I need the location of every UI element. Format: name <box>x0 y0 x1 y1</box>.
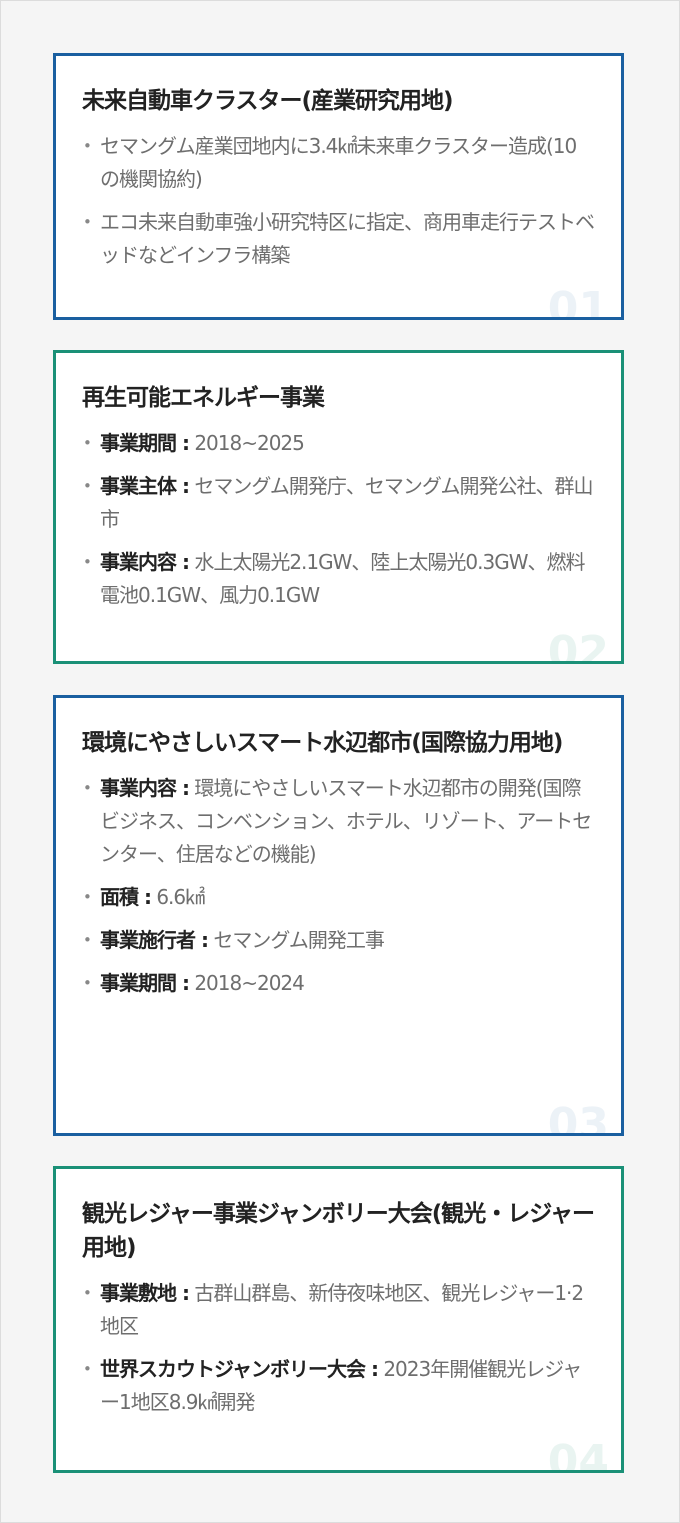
card-list: 事業内容 : 環境にやさしいスマート水辺都市の開発(国際ビジネス、コンベンション… <box>82 772 595 1000</box>
item-label: 事業内容 : <box>100 776 190 800</box>
item-text: セマングム開発工事 <box>207 928 385 952</box>
card-list: セマングム産業団地内に3.4㎢未来車クラスター造成(10の機関協約) エコ未来自… <box>82 130 595 272</box>
list-item: セマングム産業団地内に3.4㎢未来車クラスター造成(10の機関協約) <box>82 130 595 196</box>
item-text: エコ未来自動車強小研究特区に指定、商用車走行テストベッドなどインフラ構築 <box>100 210 595 267</box>
card-title: 観光レジャー事業ジャンボリー大会(観光・レジャー用地) <box>82 1201 595 1261</box>
list-item: 事業内容 : 水上太陽光2.1GW、陸上太陽光0.3GW、燃料電池0.1GW、風… <box>82 546 595 612</box>
item-label: 事業期間 : <box>100 971 190 995</box>
card-title: 再生可能エネルギー事業 <box>82 385 325 411</box>
item-label: 事業施行者 : <box>100 928 209 952</box>
card-title: 未来自動車クラスター(産業研究用地) <box>82 88 454 114</box>
item-label: 事業主体 : <box>100 474 190 498</box>
item-label: 事業敷地 : <box>100 1281 190 1305</box>
list-item: 事業主体 : セマングム開発庁、セマングム開発公社、群山市 <box>82 470 595 536</box>
card-tourism-jamboree: 観光レジャー事業ジャンボリー大会(観光・レジャー用地) 事業敷地 : 古群山群島… <box>53 1166 624 1473</box>
list-item: 事業敷地 : 古群山群島、新侍夜味地区、観光レジャー1·2地区 <box>82 1277 595 1343</box>
card-smart-waterfront-city: 環境にやさしいスマート水辺都市(国際協力用地) 事業内容 : 環境にやさしいスマ… <box>53 695 624 1136</box>
list-item: 世界スカウトジャンボリー大会 : 2023年開催観光レジャー1地区8.9㎢開発 <box>82 1353 595 1419</box>
card-title: 環境にやさしいスマート水辺都市(国際協力用地) <box>82 730 563 756</box>
item-label: 世界スカウトジャンボリー大会 : <box>100 1357 379 1381</box>
card-future-auto-cluster: 未来自動車クラスター(産業研究用地) セマングム産業団地内に3.4㎢未来車クラス… <box>53 53 624 320</box>
card-number: 04 <box>547 1436 609 1473</box>
list-item: エコ未来自動車強小研究特区に指定、商用車走行テストベッドなどインフラ構築 <box>82 206 595 272</box>
list-item: 事業内容 : 環境にやさしいスマート水辺都市の開発(国際ビジネス、コンベンション… <box>82 772 595 871</box>
item-label: 事業内容 : <box>100 550 190 574</box>
item-text: 6.6㎢ <box>150 885 205 909</box>
card-number: 01 <box>547 283 609 320</box>
list-item: 事業期間 : 2018~2024 <box>82 967 595 1000</box>
list-item: 事業期間 : 2018~2025 <box>82 427 595 460</box>
list-item: 事業施行者 : セマングム開発工事 <box>82 924 595 957</box>
item-label: 面積 : <box>100 885 152 909</box>
item-text: セマングム産業団地内に3.4㎢未来車クラスター造成(10の機関協約) <box>100 134 577 191</box>
card-renewable-energy: 再生可能エネルギー事業 事業期間 : 2018~2025 事業主体 : セマング… <box>53 350 624 664</box>
page-frame: 未来自動車クラスター(産業研究用地) セマングム産業団地内に3.4㎢未来車クラス… <box>0 0 680 1523</box>
list-item: 面積 : 6.6㎢ <box>82 881 595 914</box>
card-number: 02 <box>547 627 609 664</box>
item-text: 2018~2024 <box>188 971 305 995</box>
item-text: 2018~2025 <box>188 431 305 455</box>
card-list: 事業期間 : 2018~2025 事業主体 : セマングム開発庁、セマングム開発… <box>82 427 595 612</box>
card-number: 03 <box>547 1099 609 1136</box>
card-list: 事業敷地 : 古群山群島、新侍夜味地区、観光レジャー1·2地区 世界スカウトジャ… <box>82 1277 595 1419</box>
item-label: 事業期間 : <box>100 431 190 455</box>
